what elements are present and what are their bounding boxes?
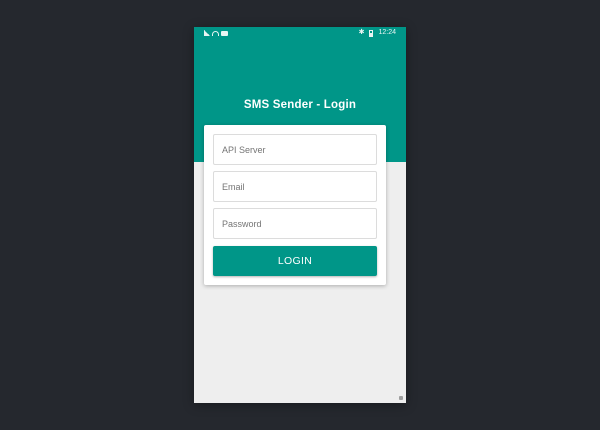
login-button[interactable]: LOGIN	[213, 246, 377, 276]
status-left-icons	[204, 30, 228, 36]
phone-screen: ✱ 12:24 SMS Sender - Login LOGIN	[194, 27, 406, 403]
login-card: LOGIN	[204, 125, 386, 285]
wifi-icon	[212, 30, 219, 36]
message-icon	[221, 30, 228, 36]
email-input[interactable]	[213, 171, 377, 202]
desktop-background: ✱ 12:24 SMS Sender - Login LOGIN	[0, 0, 600, 430]
api-server-input[interactable]	[213, 134, 377, 165]
battery-icon	[369, 29, 374, 37]
status-bar: ✱ 12:24	[194, 27, 406, 41]
status-clock: 12:24	[378, 29, 396, 36]
page-title: SMS Sender - Login	[243, 99, 357, 111]
resize-handle[interactable]	[399, 396, 403, 400]
status-right-icons: ✱ 12:24	[359, 29, 396, 37]
password-input[interactable]	[213, 208, 377, 239]
signal-icon	[204, 30, 210, 36]
bluetooth-icon: ✱	[358, 29, 365, 36]
